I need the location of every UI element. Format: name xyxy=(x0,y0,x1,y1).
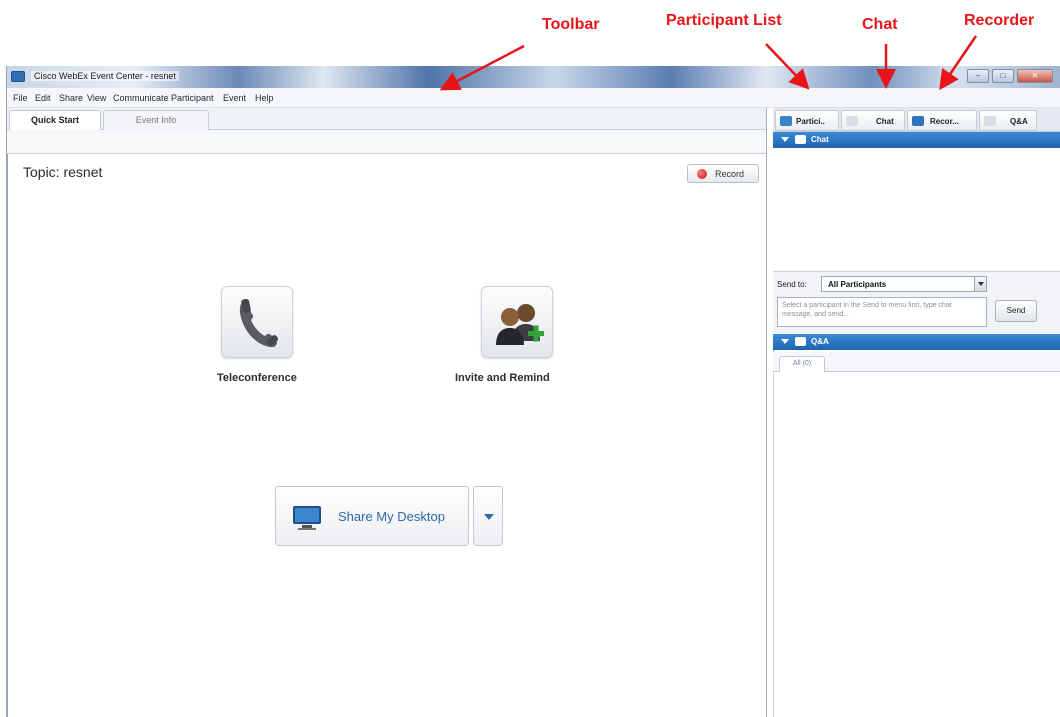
participants-icon xyxy=(780,116,792,126)
chat-panel-header[interactable]: Chat xyxy=(773,132,1060,148)
tab-qa-all[interactable]: All (0) xyxy=(779,356,825,372)
qa-icon xyxy=(795,337,806,346)
annotation-toolbar: Toolbar xyxy=(542,16,600,33)
collapse-icon xyxy=(781,137,789,142)
qa-panel-title: Q&A xyxy=(811,337,829,346)
tab-participants-label: Partici.. xyxy=(796,117,825,126)
screenshot-stage: Toolbar Participant List Chat Recorder C… xyxy=(0,0,1060,717)
chat-panel-title: Chat xyxy=(811,135,829,144)
chat-history[interactable] xyxy=(773,148,1060,272)
send-to-label: Send to: xyxy=(777,280,807,289)
annotation-recorder: Recorder xyxy=(964,12,1035,29)
qa-icon xyxy=(984,116,996,126)
right-pane-container: Partici.. Chat Recor... Q&A Chat Send to… xyxy=(6,66,1060,717)
recorder-icon xyxy=(912,116,924,126)
tab-recorder-label: Recor... xyxy=(930,117,959,126)
send-to-select[interactable]: All Participants xyxy=(821,276,987,292)
tab-participants[interactable]: Partici.. xyxy=(775,110,839,131)
chat-message-input[interactable]: Select a participant in the Send to menu… xyxy=(777,297,987,327)
annotation-participant-list: Participant List xyxy=(666,12,782,29)
panel-tab-strip: Partici.. Chat Recor... Q&A xyxy=(773,108,1060,132)
qa-list[interactable] xyxy=(773,372,1060,717)
send-to-value: All Participants xyxy=(828,280,887,289)
qa-panel-header[interactable]: Q&A xyxy=(773,334,1060,350)
annotation-chat: Chat xyxy=(862,16,898,33)
chat-bubble-icon xyxy=(795,135,806,144)
tab-qa[interactable]: Q&A xyxy=(979,110,1037,131)
chat-bubble-icon xyxy=(846,116,858,126)
chevron-down-icon xyxy=(974,277,986,291)
send-button[interactable]: Send xyxy=(995,300,1037,322)
tab-qa-label: Q&A xyxy=(1010,117,1028,126)
collapse-icon xyxy=(781,339,789,344)
tab-chat-label: Chat xyxy=(876,117,894,126)
chat-compose-area: Send to: All Participants Select a parti… xyxy=(773,272,1060,334)
tab-chat[interactable]: Chat xyxy=(841,110,905,131)
tab-recorder[interactable]: Recor... xyxy=(907,110,977,131)
qa-subtab-strip: All (0) xyxy=(773,352,1060,372)
